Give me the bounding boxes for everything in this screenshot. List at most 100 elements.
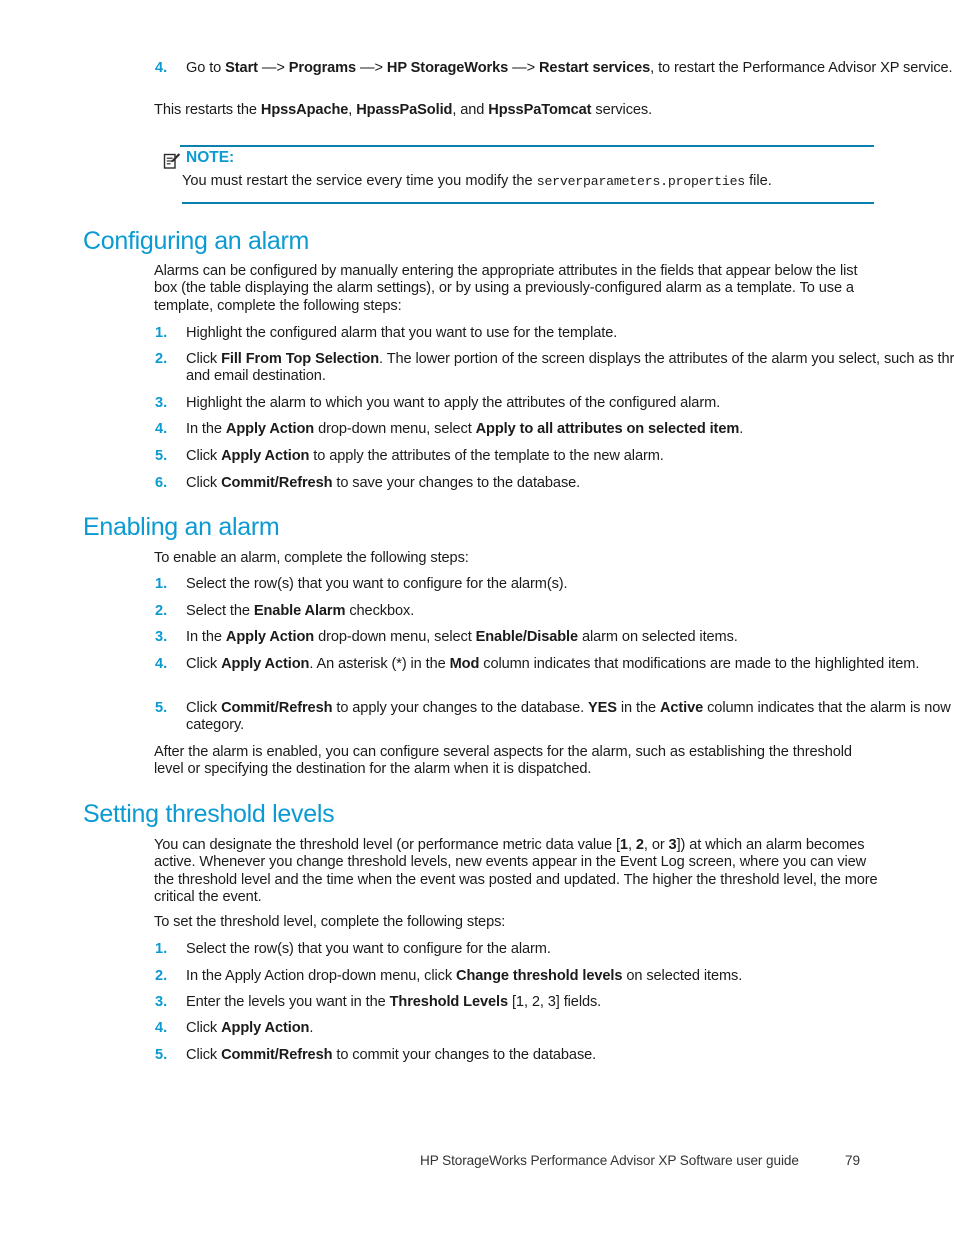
list-number: 2. [155, 351, 168, 367]
note-pencil-icon [163, 152, 181, 170]
service-hpssapache: HpssApache [260, 102, 349, 118]
list-number: 1. [155, 576, 168, 592]
text-run: drop-down menu, select [314, 421, 476, 437]
text-run-bold: Apply Action [225, 421, 315, 437]
list-number: 2. [155, 603, 168, 619]
list-number: 1. [155, 941, 168, 957]
text-run-bold: 3 [668, 837, 677, 853]
text-run-bold: Fill From Top Selection [221, 351, 380, 367]
list-item: 2. Click Fill From Top Selection. The lo… [0, 351, 954, 386]
note-filename: serverparameters.properties [536, 174, 746, 189]
list-number: 4. [155, 656, 168, 672]
text-run: Click [186, 1020, 222, 1036]
text-run: alarm on selected items. [578, 629, 738, 645]
note-label: NOTE: [186, 149, 235, 166]
text-run: , [627, 837, 636, 853]
text-run: In the [186, 629, 226, 645]
text-run: You can designate the threshold level (o… [154, 837, 620, 853]
arrow-2: —> [356, 60, 387, 76]
text-run: In the [186, 421, 226, 437]
footer-page-number: 79 [845, 1153, 861, 1168]
text-run-bold: Enable Alarm [253, 603, 346, 619]
text-run: Highlight the alarm to which you want to… [186, 395, 721, 411]
text-run: to apply your changes to the database. [332, 700, 589, 716]
text-run: to save your changes to the database. [332, 475, 581, 491]
list-item: 4. Click Apply Action. An asterisk (*) i… [0, 656, 954, 673]
text-run: drop-down menu, select [314, 629, 476, 645]
text-run-bold: Apply Action [221, 1020, 310, 1036]
list-item: 2. Select the Enable Alarm checkbox. [0, 603, 954, 620]
list-item: 3. Highlight the alarm to which you want… [0, 395, 954, 412]
list-text: In the Apply Action drop-down menu, clic… [186, 968, 954, 985]
list-text: Select the row(s) that you want to confi… [186, 576, 954, 593]
list-number: 3. [155, 395, 168, 411]
list-text: Click Apply Action to apply the attribut… [186, 448, 954, 465]
list-text: Highlight the configured alarm that you … [186, 325, 954, 342]
text-run: Click [186, 351, 222, 367]
note-body: You must restart the service every time … [182, 173, 882, 190]
list-item: 1. Select the row(s) that you want to co… [0, 941, 954, 958]
footer-title: HP StorageWorks Performance Advisor XP S… [420, 1153, 799, 1168]
menu-hp-storageworks: HP StorageWorks [386, 60, 509, 76]
list-number: 4. [155, 421, 168, 437]
text-run: Highlight the configured alarm that you … [186, 325, 618, 341]
note-admonition: NOTE: You must restart the service every… [0, 145, 954, 205]
text-run-bold: 2 [635, 837, 644, 853]
note-top-rule [180, 145, 874, 147]
list-text: In the Apply Action drop-down menu, sele… [186, 629, 954, 646]
list-number: 5. [155, 448, 168, 464]
text-run: Click [186, 475, 222, 491]
text-run: Select the [186, 603, 254, 619]
restart-services-paragraph: This restarts the HpssApache, HpassPaSol… [154, 102, 882, 119]
text-run: . [309, 1020, 314, 1036]
text-run: Click [186, 448, 222, 464]
text-run: checkbox. [345, 603, 415, 619]
text-run: Select the row(s) that you want to confi… [186, 941, 551, 957]
text-run-bold: Commit/Refresh [221, 1047, 333, 1063]
list-number: 3. [155, 629, 168, 645]
list-item: 6. Click Commit/Refresh to save your cha… [0, 475, 954, 492]
list-item: 4. In the Apply Action drop-down menu, s… [0, 421, 954, 438]
list-text: Click Apply Action. [186, 1020, 954, 1037]
text-run-bold: Change threshold levels [456, 968, 623, 984]
list-item: 5. Click Commit/Refresh to apply your ch… [0, 700, 954, 735]
text-run: , or [643, 837, 669, 853]
text-run: Enter the levels you want in the [186, 994, 390, 1010]
list-text: Highlight the alarm to which you want to… [186, 395, 954, 412]
list-text: Click Commit/Refresh to apply your chang… [186, 700, 954, 735]
arrow-1: —> [257, 60, 289, 76]
restart-suffix: services. [591, 102, 653, 118]
list-number: 4. [155, 60, 168, 76]
list-number: 4. [155, 1020, 168, 1036]
text-run-bold: Enable/Disable [475, 629, 579, 645]
text-run: [1, 2, 3] fields. [508, 994, 602, 1010]
text-run: Select the row(s) that you want to confi… [186, 576, 568, 592]
list-text: Go to Start —> Programs —> HP StorageWor… [186, 60, 954, 77]
page-footer: HP StorageWorks Performance Advisor XP S… [0, 1152, 954, 1172]
list-item: 3. In the Apply Action drop-down menu, s… [0, 629, 954, 646]
text-run: column indicates that modifications are … [479, 656, 920, 672]
list-number: 1. [155, 325, 168, 341]
document-page: 4. Go to Start —> Programs —> HP Storage… [0, 0, 954, 1235]
list-text: Select the row(s) that you want to confi… [186, 941, 954, 958]
text-run: on selected items. [622, 968, 743, 984]
text-run-bold: Commit/Refresh [221, 700, 333, 716]
enabling-closing-paragraph: After the alarm is enabled, you can conf… [154, 744, 852, 778]
list-item: 1. Select the row(s) that you want to co… [0, 576, 954, 593]
menu-start: Start [225, 60, 258, 76]
step-prefix: Go to [186, 60, 226, 76]
list-text: In the Apply Action drop-down menu, sele… [186, 421, 954, 438]
text-run: In the Apply Action drop-down menu, clic… [186, 968, 456, 984]
text-run: . An asterisk (*) in the [309, 656, 450, 672]
text-run: . [739, 421, 744, 437]
configuring-intro-paragraph: Alarms can be configured by manually ent… [154, 263, 858, 314]
list-item: 5. Click Commit/Refresh to commit your c… [0, 1047, 954, 1064]
text-run: to apply the attributes of the template … [309, 448, 664, 464]
service-hpsspatomcat: HpssPaTomcat [488, 102, 592, 118]
list-text: Select the Enable Alarm checkbox. [186, 603, 954, 620]
text-run: to commit your changes to the database. [332, 1047, 597, 1063]
threshold-intro-paragraph: You can designate the threshold level (o… [154, 837, 882, 907]
text-run-bold: Active [659, 700, 704, 716]
list-text: Click Fill From Top Selection. The lower… [186, 351, 954, 386]
text-run-bold: Apply Action [221, 448, 310, 464]
